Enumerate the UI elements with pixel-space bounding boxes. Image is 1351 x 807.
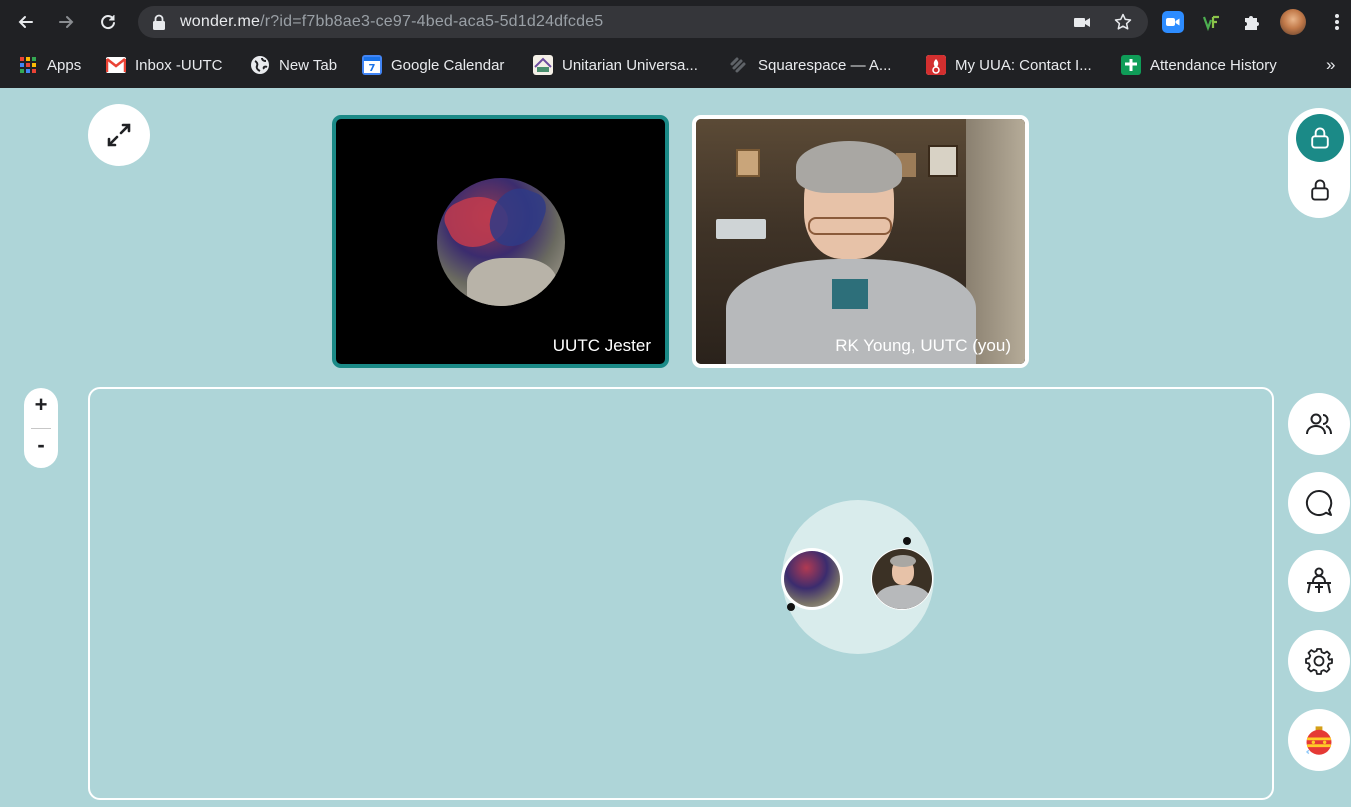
- reload-button[interactable]: [96, 10, 120, 34]
- camera-icon[interactable]: [1073, 13, 1091, 31]
- menu-dots-icon[interactable]: [1326, 11, 1348, 33]
- status-dot: [903, 537, 911, 545]
- settings-button[interactable]: [1288, 630, 1350, 692]
- forward-arrow-icon: [59, 16, 74, 28]
- squarespace-icon: [729, 55, 749, 75]
- fullscreen-button[interactable]: [88, 104, 150, 166]
- bookmark-apps[interactable]: Apps: [18, 54, 81, 76]
- bookmark-label: Unitarian Universa...: [562, 56, 698, 74]
- url-host: wonder.me: [180, 13, 261, 30]
- participant-avatar-jester: [437, 178, 565, 306]
- lock-button[interactable]: [1296, 166, 1344, 214]
- back-button[interactable]: [14, 10, 38, 34]
- star-icon[interactable]: [1114, 13, 1132, 31]
- puzzle-icon[interactable]: [1240, 11, 1262, 33]
- video-feed-rk-young: [696, 119, 1025, 364]
- url-path: /r?id=f7bb8ae3-ce97-4bed-aca5-5d1d24dfcd…: [260, 13, 604, 30]
- lock-icon: [1311, 179, 1329, 201]
- bookmarks-overflow[interactable]: »: [1326, 54, 1335, 76]
- browser-chrome: wonder.me/r?id=f7bb8ae3-ce97-4bed-aca5-5…: [0, 0, 1351, 88]
- avatar-rk-young[interactable]: [871, 548, 933, 610]
- reload-icon: [101, 15, 115, 30]
- bookmark-label: Inbox -UUTC: [135, 56, 223, 74]
- chat-icon: [1305, 489, 1333, 516]
- plus-icon: [1121, 55, 1141, 75]
- unlock-button[interactable]: [1296, 114, 1344, 162]
- ornament-icon: [1306, 726, 1332, 755]
- profile-avatar[interactable]: [1280, 9, 1306, 35]
- gmail-icon: [106, 55, 126, 75]
- chat-button[interactable]: [1288, 472, 1350, 534]
- address-bar[interactable]: wonder.me/r?id=f7bb8ae3-ce97-4bed-aca5-5…: [138, 6, 1148, 38]
- zoom-control: + -: [24, 388, 58, 468]
- bookmark-squarespace[interactable]: Squarespace — A...: [729, 54, 891, 76]
- uutc-icon: [533, 55, 553, 75]
- bookmark-unitarian[interactable]: Unitarian Universa...: [533, 54, 698, 76]
- bookmark-label: Apps: [47, 56, 82, 74]
- bookmark-google-calendar[interactable]: 7 Google Calendar: [362, 54, 504, 76]
- status-dot: [787, 603, 795, 611]
- vf-extension-icon[interactable]: [1200, 11, 1222, 33]
- bookmark-attendance-history[interactable]: Attendance History: [1121, 54, 1277, 76]
- bookmark-my-uua[interactable]: My UUA: Contact I...: [926, 54, 1092, 76]
- apps-grid-icon: [18, 55, 38, 75]
- avatar-jester[interactable]: [781, 548, 843, 610]
- lock-panel: [1288, 108, 1350, 218]
- people-icon: [1306, 413, 1332, 435]
- bookmark-label: Squarespace — A...: [758, 56, 892, 74]
- bookmark-new-tab[interactable]: New Tab: [250, 54, 337, 76]
- ornament-button[interactable]: [1288, 709, 1350, 771]
- lock-icon: [153, 14, 165, 30]
- bookmarks-bar: Apps Inbox -UUTC New Tab 7 Google Calend…: [0, 44, 1351, 88]
- bookmark-label: Google Calendar: [391, 56, 505, 74]
- people-button[interactable]: [1288, 393, 1350, 455]
- zoom-out-button[interactable]: -: [24, 432, 58, 458]
- zoom-divider: [31, 428, 51, 429]
- calendar-icon: 7: [362, 55, 382, 75]
- back-arrow-icon: [18, 16, 33, 28]
- svg-text:7: 7: [369, 63, 376, 74]
- globe-icon: [250, 55, 270, 75]
- bookmark-label: Attendance History: [1150, 56, 1277, 74]
- unlock-icon: [1311, 127, 1329, 149]
- url-text: wonder.me/r?id=f7bb8ae3-ce97-4bed-aca5-5…: [180, 13, 603, 31]
- expand-icon: [107, 123, 131, 147]
- address-row: wonder.me/r?id=f7bb8ae3-ce97-4bed-aca5-5…: [0, 0, 1351, 44]
- room-canvas[interactable]: [88, 387, 1274, 800]
- desk-icon: [1307, 567, 1331, 594]
- bookmark-label: New Tab: [279, 56, 338, 74]
- participant-name: UUTC Jester: [552, 336, 651, 355]
- participant-name: RK Young, UUTC (you): [835, 336, 1011, 355]
- video-tile-jester[interactable]: UUTC Jester: [332, 115, 669, 368]
- gear-icon: [1305, 648, 1333, 675]
- zoom-in-button[interactable]: +: [24, 392, 58, 418]
- video-tile-rk-young[interactable]: RK Young, UUTC (you): [692, 115, 1029, 368]
- bookmark-inbox[interactable]: Inbox -UUTC: [106, 54, 223, 76]
- desk-button[interactable]: [1288, 550, 1350, 612]
- zoom-extension-icon[interactable]: [1162, 11, 1184, 33]
- bookmark-label: My UUA: Contact I...: [955, 56, 1092, 74]
- uua-icon: [926, 55, 946, 75]
- forward-button[interactable]: [54, 10, 78, 34]
